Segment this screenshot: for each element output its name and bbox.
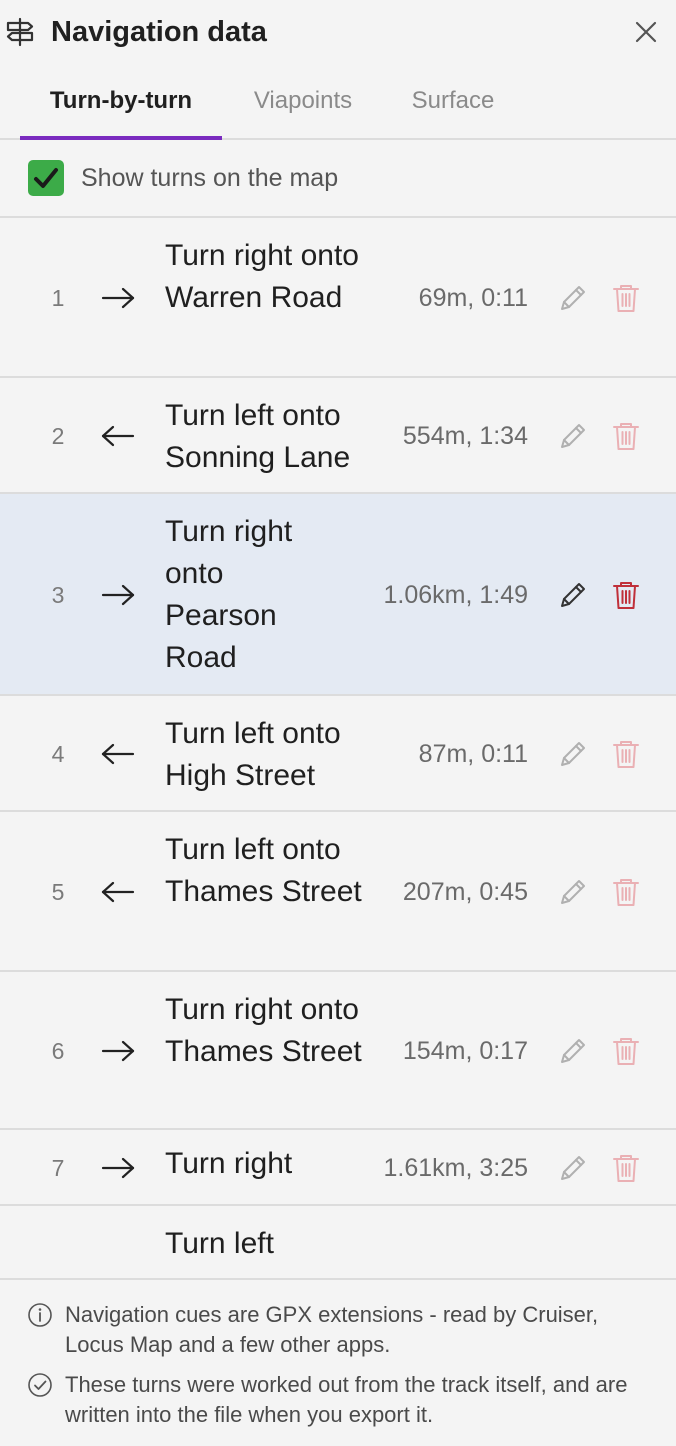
arrow-left-icon: [101, 743, 135, 765]
turn-instruction: Turn left onto High Street: [165, 717, 341, 792]
turn-row[interactable]: 2 Turn left onto Sonning Lane 554m, 1:34: [0, 378, 676, 494]
check-note-text: These turns were worked out from the tra…: [65, 1372, 628, 1427]
arrow-left-icon: [101, 425, 135, 447]
pencil-icon[interactable]: [557, 1152, 589, 1184]
turn-instruction: Turn right onto Thames Street: [165, 993, 362, 1068]
arrow-right-icon: [101, 584, 135, 606]
pencil-icon[interactable]: [557, 420, 589, 452]
turn-instruction: Turn right onto Pearson Road: [165, 515, 293, 674]
turn-row[interactable]: 5 Turn left onto Thames Street 207m, 0:45: [0, 812, 676, 972]
pencil-icon[interactable]: [557, 738, 589, 770]
turn-distance-time: 1.61km, 3:25: [383, 1154, 528, 1182]
tab-viapoints[interactable]: Viapoints: [234, 64, 372, 138]
footer-notes: Navigation cues are GPX extensions - rea…: [0, 1278, 676, 1446]
panel-header: Navigation data: [0, 0, 676, 64]
close-icon[interactable]: [630, 16, 662, 48]
arrow-right-icon: [101, 1040, 135, 1062]
trash-icon[interactable]: [611, 420, 641, 452]
trash-icon[interactable]: [611, 876, 641, 908]
turn-number: 6: [51, 1038, 65, 1064]
turn-instruction: Turn right: [165, 1147, 293, 1180]
show-turns-checkbox[interactable]: [28, 160, 64, 196]
trash-icon[interactable]: [611, 282, 641, 314]
turn-number: 4: [51, 741, 65, 767]
info-note-text: Navigation cues are GPX extensions - rea…: [65, 1302, 599, 1357]
trash-icon[interactable]: [611, 1035, 641, 1067]
trash-icon[interactable]: [611, 579, 641, 611]
turn-distance-time: 207m, 0:45: [402, 878, 528, 906]
turn-distance-time: 554m, 1:34: [402, 422, 528, 450]
turn-distance-time: 154m, 0:17: [402, 1037, 528, 1065]
trash-icon[interactable]: [611, 738, 641, 770]
turn-distance-time: 1.06km, 1:49: [383, 581, 528, 609]
turn-number: 3: [51, 582, 65, 608]
show-turns-row: Show turns on the map: [0, 140, 676, 218]
turn-row[interactable]: 4 Turn left onto High Street 87m, 0:11: [0, 696, 676, 812]
turn-list: 1 Turn right onto Warren Road 69m, 0:11 2 Tu…: [0, 218, 676, 1278]
info-icon: [28, 1303, 52, 1327]
tab-bar: Turn-by-turn Viapoints Surface: [0, 64, 676, 140]
arrow-right-icon: [101, 287, 135, 309]
arrow-right-icon: [101, 1157, 135, 1179]
turn-row[interactable]: 3 Turn right onto Pearson Road 1.06km, 1:4…: [0, 494, 676, 696]
pencil-icon[interactable]: [557, 1035, 589, 1067]
turn-distance-time: 87m, 0:11: [418, 740, 528, 768]
turn-number: 2: [51, 423, 65, 449]
turn-instruction: Turn left: [165, 1227, 274, 1260]
arrow-left-icon: [101, 881, 135, 903]
turn-number: 1: [51, 285, 65, 311]
pencil-icon[interactable]: [557, 282, 589, 314]
turn-number: 7: [51, 1155, 65, 1181]
navigation-data-panel: Navigation data Turn-by-turn Viapoints S…: [0, 0, 676, 1446]
turn-row[interactable]: 1 Turn right onto Warren Road 69m, 0:11: [0, 218, 676, 378]
turn-instruction: Turn left onto Sonning Lane: [165, 399, 351, 474]
turn-instruction: Turn left onto Thames Street: [165, 833, 362, 908]
pencil-icon[interactable]: [557, 876, 589, 908]
turn-number: 5: [51, 879, 65, 905]
panel-title: Navigation data: [51, 16, 267, 48]
pencil-icon[interactable]: [557, 579, 589, 611]
check-circle-icon: [28, 1373, 52, 1397]
turn-row[interactable]: 6 Turn right onto Thames Street 154m, 0:17: [0, 972, 676, 1130]
show-turns-label[interactable]: Show turns on the map: [81, 162, 338, 194]
trash-icon[interactable]: [611, 1152, 641, 1184]
turn-row[interactable]: 7 Turn right 1.61km, 3:25: [0, 1130, 676, 1206]
tab-surface[interactable]: Surface: [386, 64, 520, 138]
turn-distance-time: 69m, 0:11: [418, 284, 528, 312]
tab-turn-by-turn[interactable]: Turn-by-turn: [20, 64, 222, 140]
turn-row[interactable]: Turn left: [0, 1206, 676, 1278]
signpost-icon: [6, 17, 34, 47]
checkmark-icon: [34, 168, 58, 188]
turn-instruction: Turn right onto Warren Road: [165, 239, 359, 314]
